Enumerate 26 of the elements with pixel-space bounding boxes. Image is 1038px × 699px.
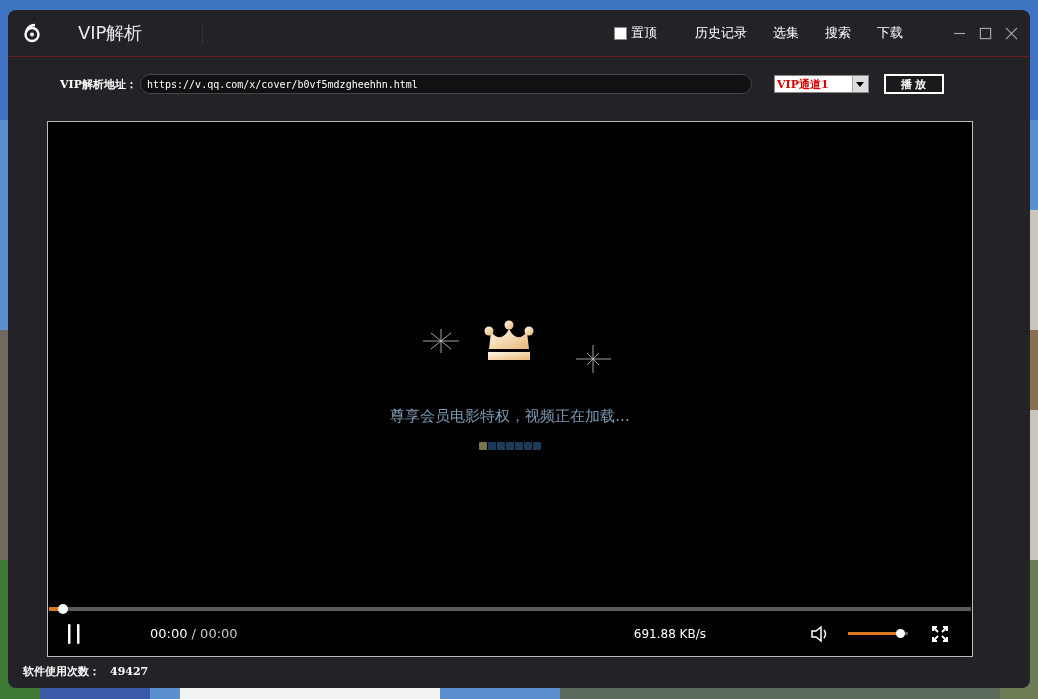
volume-thumb[interactable] [895,629,905,638]
checkbox[interactable] [614,26,627,40]
channel-dropdown[interactable]: VIP通道1 [773,75,869,93]
maximize-icon[interactable] [979,26,992,40]
address-label: VIP解析地址： [60,76,137,92]
volume-slider[interactable] [848,629,908,638]
pause-icon[interactable] [66,622,82,645]
usage-count-label: 软件使用次数： [23,664,100,679]
progress-thumb[interactable] [58,604,69,614]
menu-item[interactable]: 历史记录 [695,24,747,42]
progress-track[interactable] [49,604,971,614]
fullscreen-icon[interactable] [932,625,948,642]
address-field[interactable]: https://v.qq.com/x/cover/b0vf5mdzgheehhn.html [139,74,752,94]
play-button[interactable]: 播 放 [883,74,944,94]
menu-item[interactable]: 搜索 [825,24,851,42]
loading-message: 尊享会员电影特权，视频正在加载... [390,407,630,426]
window-title: VIP解析 [78,21,143,45]
menu-item[interactable]: 下载 [877,24,903,42]
caret-icon [856,81,865,87]
time-readout: 00:00 / 00:00 [150,626,238,641]
logo-icon [22,23,42,43]
close-icon[interactable] [1005,26,1018,40]
usage-count-value: 49427 [110,665,149,678]
pin-on-top-checkbox[interactable]: 置顶 [614,24,657,42]
speed-readout: 691.88 KB/s [633,626,706,641]
menu-item[interactable]: 选集 [773,24,799,42]
